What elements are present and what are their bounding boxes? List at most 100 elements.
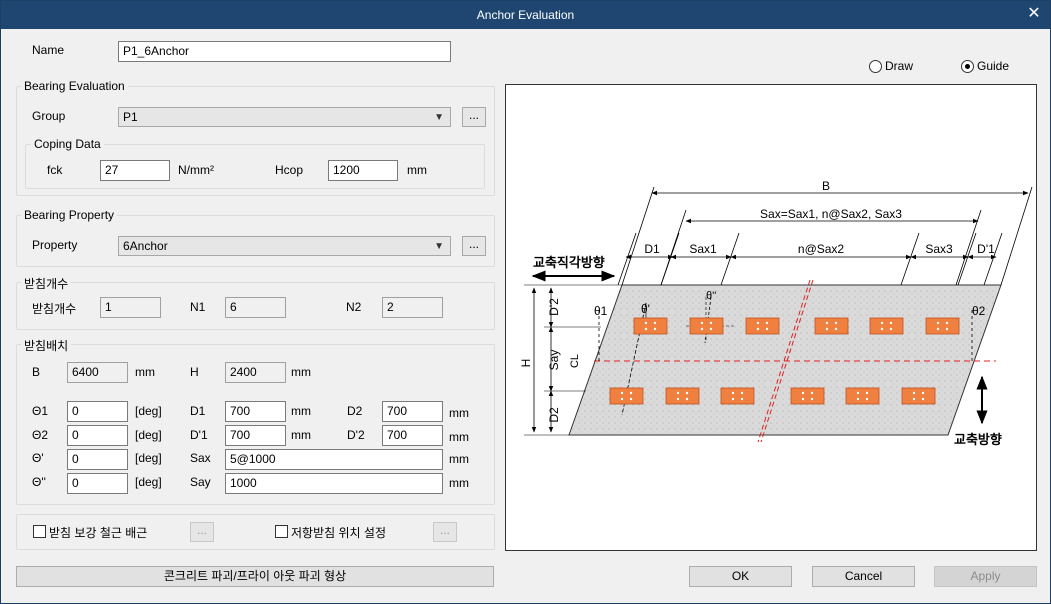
bearing-plate [689, 317, 724, 335]
d1-label: D1 [190, 404, 206, 418]
h-unit: mm [291, 365, 311, 379]
theta1-unit: [deg] [135, 404, 162, 418]
count-input[interactable]: 1 [100, 297, 161, 318]
group-select[interactable]: P1 ▼ [118, 107, 451, 127]
d2-input[interactable]: 700 [382, 401, 443, 422]
property-more-button[interactable]: ... [462, 236, 486, 256]
apply-button[interactable]: Apply [934, 566, 1037, 587]
thetap-input[interactable]: 0 [67, 449, 128, 470]
hcop-label: Hcop [275, 163, 304, 177]
name-input[interactable]: P1_6Anchor [118, 41, 451, 62]
property-select[interactable]: 6Anchor ▼ [118, 236, 451, 256]
d2-label: D2 [347, 404, 363, 418]
rebar-label: 받침 보강 철근 배근 [49, 526, 148, 540]
draw-radio[interactable] [869, 60, 882, 73]
bearing-plate [745, 317, 780, 335]
hcop-input[interactable]: 1200 [328, 160, 398, 181]
d1-unit: mm [291, 404, 311, 418]
d1-input[interactable]: 700 [225, 401, 286, 422]
group-more-button[interactable]: ... [462, 107, 486, 127]
thetap-unit: [deg] [135, 451, 162, 465]
hcop-unit: mm [407, 163, 427, 177]
dp1-unit: mm [291, 428, 311, 442]
rebar-checkbox[interactable] [33, 525, 46, 538]
bearing-plate [790, 387, 825, 405]
theta1-symbol: θ1 [594, 304, 608, 318]
bearing-plate [925, 317, 960, 335]
dim-dp2: D'2 [547, 298, 561, 316]
coping-data-title: Coping Data [31, 137, 104, 151]
ok-button[interactable]: OK [689, 566, 792, 587]
b-label: B [32, 365, 41, 379]
say-label: Say [190, 475, 211, 489]
theta2-input[interactable]: 0 [67, 425, 128, 446]
n1-label: N1 [190, 300, 206, 314]
dp2-input[interactable]: 700 [382, 425, 443, 446]
bearing-plate [814, 317, 849, 335]
thetapp-unit: [deg] [135, 475, 162, 489]
deck-slab [568, 284, 1002, 436]
h-label: H [190, 365, 199, 379]
fck-unit: N/mm² [178, 163, 214, 177]
guide-diagram-canvas: B Sax=Sax1, n@Sax2, Sax3 D1 Sax1 n@Sax2 … [505, 84, 1037, 551]
chevron-down-icon: ▼ [434, 241, 444, 252]
dim-dp1: D'1 [977, 242, 995, 256]
say-input[interactable]: 1000 [225, 473, 443, 494]
bearing-plate [633, 317, 668, 335]
dp1-input[interactable]: 700 [225, 425, 286, 446]
thetapp-input[interactable]: 0 [67, 473, 128, 494]
bearing-plate [845, 387, 880, 405]
guide-radio[interactable] [961, 60, 974, 73]
dim-d1: D1 [644, 242, 660, 256]
dim-nsax2: n@Sax2 [798, 242, 845, 256]
bearing-evaluation-title: Bearing Evaluation [21, 79, 128, 93]
sax-input[interactable]: 5@1000 [225, 449, 443, 470]
fck-input[interactable]: 27 [100, 160, 170, 181]
count-label: 받침개수 [32, 302, 77, 316]
bearing-plate [609, 387, 644, 405]
concrete-failure-button[interactable]: 콘크리트 파괴/프라이 아웃 파괴 형상 [16, 566, 494, 587]
anchor-evaluation-dialog: Anchor Evaluation ✕ Name P1_6Anchor Bear… [0, 0, 1051, 604]
longitudinal-direction-label: 교축방향 [954, 432, 1002, 447]
theta2-symbol: θ2 [972, 304, 986, 318]
close-icon[interactable]: ✕ [1026, 6, 1042, 22]
fck-label: fck [47, 163, 63, 177]
n1-input[interactable]: 6 [225, 297, 286, 318]
sax-label: Sax [190, 451, 211, 465]
h-input[interactable]: 2400 [225, 362, 286, 383]
window-title: Anchor Evaluation [476, 8, 575, 22]
position-more-button[interactable]: ... [433, 522, 457, 542]
dp1-label: D'1 [190, 428, 208, 442]
b-unit: mm [135, 365, 155, 379]
thetap-symbol: θ' [641, 302, 650, 316]
dp2-unit: mm [449, 430, 469, 444]
draw-label: Draw [885, 59, 914, 73]
b-input[interactable]: 6400 [67, 362, 128, 383]
dim-sax-formula: Sax=Sax1, n@Sax2, Sax3 [760, 207, 902, 221]
theta1-input[interactable]: 0 [67, 401, 128, 422]
bearing-plate [720, 387, 755, 405]
theta2-unit: [deg] [135, 428, 162, 442]
dp2-label: D'2 [347, 428, 365, 442]
position-label: 저항받침 위치 설정 [291, 526, 386, 540]
rebar-more-button[interactable]: ... [190, 522, 214, 542]
cancel-button[interactable]: Cancel [812, 566, 915, 587]
position-checkbox[interactable] [275, 525, 288, 538]
group-label: Group [32, 109, 66, 123]
thetapp-symbol: θ'' [706, 290, 716, 302]
name-label: Name [32, 43, 65, 57]
dim-d2: D2 [547, 407, 561, 423]
guide-diagram: B Sax=Sax1, n@Sax2, Sax3 D1 Sax1 n@Sax2 … [519, 179, 1033, 447]
say-unit: mm [449, 476, 469, 490]
guide-label: Guide [977, 59, 1010, 73]
dim-b: B [822, 179, 830, 193]
bearing-plate [901, 387, 936, 405]
centerline-label: CL [569, 354, 581, 368]
theta1-label: Θ1 [32, 404, 49, 418]
title-bar: Anchor Evaluation ✕ [1, 1, 1050, 29]
n2-input[interactable]: 2 [382, 297, 443, 318]
bearing-count-title: 받침개수 [21, 275, 72, 292]
sax-unit: mm [449, 452, 469, 466]
chevron-down-icon: ▼ [434, 112, 444, 123]
property-label: Property [32, 238, 78, 252]
